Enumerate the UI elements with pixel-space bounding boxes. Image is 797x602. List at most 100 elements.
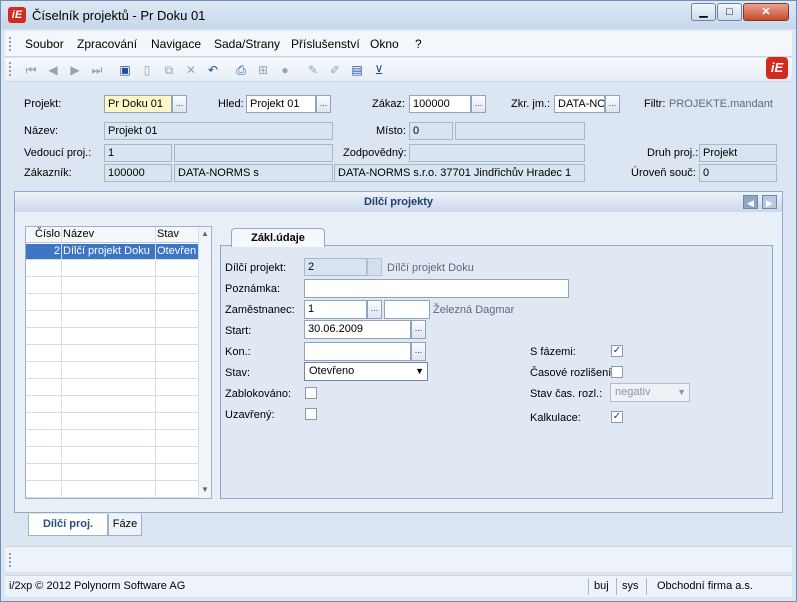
casove-rozliseni-checkbox[interactable]	[611, 366, 623, 378]
first-record-icon[interactable]: ⏮	[23, 62, 39, 78]
sfazemi-checkbox[interactable]: ✓	[611, 345, 623, 357]
zkr-input[interactable]: DATA-NO	[554, 95, 605, 113]
misto-field[interactable]: 0	[409, 122, 453, 140]
table-row[interactable]: 2 Dílčí projekt Doku Otevřen	[26, 244, 198, 260]
column-header-nazev[interactable]: Název	[63, 228, 94, 240]
toolbar-grip	[9, 62, 12, 76]
stav-cas-rozl-select[interactable]: negativ ▼	[610, 383, 690, 402]
vedouci-field[interactable]: 1	[104, 144, 172, 162]
section-next-button[interactable]: ▶	[762, 195, 777, 209]
table-row-empty	[26, 363, 198, 379]
zamestnanec-extra-input[interactable]	[384, 300, 430, 319]
start-date-input[interactable]: 30.06.2009	[304, 320, 411, 339]
stav-select-value: Otevřeno	[309, 365, 355, 377]
status-divider	[646, 578, 647, 595]
menu-prislusenstvi[interactable]: Příslušenství	[291, 37, 360, 51]
zakaz-lookup-button[interactable]: ...	[471, 95, 486, 113]
poznamka-input[interactable]	[304, 279, 569, 298]
save-icon[interactable]: ▣	[117, 62, 133, 78]
zablokovano-checkbox[interactable]	[305, 387, 317, 399]
hled-input[interactable]: Projekt 01	[246, 95, 316, 113]
zakaznik-number-field[interactable]: 100000	[104, 164, 172, 182]
last-record-icon[interactable]: ⏭	[89, 62, 105, 78]
next-record-icon[interactable]: ▶	[67, 62, 83, 78]
kon-date-picker-button[interactable]: ...	[411, 342, 426, 361]
chevron-down-icon: ▼	[415, 366, 424, 376]
maximize-button[interactable]: □	[717, 3, 742, 21]
grid-scrollbar[interactable]: ▲ ▼	[198, 227, 211, 498]
projekt-label: Projekt:	[24, 98, 62, 110]
table-edit-icon[interactable]: ▤	[349, 62, 365, 78]
table-row-empty	[26, 380, 198, 396]
zkr-label: Zkr. jm.:	[511, 98, 551, 110]
scroll-down-icon[interactable]: ▼	[201, 485, 209, 494]
minimize-button[interactable]: ▁	[691, 3, 716, 21]
table-row-empty	[26, 465, 198, 481]
edit-icon[interactable]: ✎	[305, 62, 321, 78]
tab-dilci-proj[interactable]: Dílčí proj.	[28, 514, 108, 536]
dilci-projekt-label: Dílčí projekt:	[225, 262, 287, 274]
tree-icon[interactable]: ⊞	[255, 62, 271, 78]
uzavreny-checkbox[interactable]	[305, 408, 317, 420]
uzavreny-label: Uzavřený:	[225, 409, 275, 421]
prev-record-icon[interactable]: ◀	[45, 62, 61, 78]
column-header-cislo[interactable]: Číslo	[35, 228, 60, 240]
start-date-picker-button[interactable]: ...	[411, 320, 426, 339]
statusbar-grip	[9, 553, 12, 567]
column-header-stav[interactable]: Stav	[157, 228, 179, 240]
scroll-up-icon[interactable]: ▲	[201, 229, 209, 238]
pencil-icon[interactable]: ✐	[327, 62, 343, 78]
copy-icon[interactable]: ⧉	[161, 62, 177, 78]
undo-icon[interactable]: ↶	[205, 62, 221, 78]
sfazemi-label: S fázemi:	[530, 346, 576, 358]
nazev-label: Název:	[24, 125, 59, 137]
zodp-field[interactable]	[409, 144, 585, 162]
menu-sada-strany[interactable]: Sada/Strany	[214, 37, 280, 51]
menu-zpracovani[interactable]: Zpracování	[77, 37, 137, 51]
dilci-projekt-field[interactable]: 2	[304, 258, 367, 276]
application-window: iE Číselník projektů - Pr Doku 01 ▁ □ ✕ …	[0, 0, 797, 602]
print-icon[interactable]: ⎙	[233, 62, 249, 78]
menu-okno[interactable]: Okno	[370, 37, 399, 51]
zakaznik-name-field: DATA-NORMS s	[174, 164, 333, 182]
menu-soubor[interactable]: Soubor	[25, 37, 64, 51]
menu-help[interactable]: ?	[415, 37, 422, 51]
tab-zakl-udaje[interactable]: Zákl.údaje	[231, 228, 325, 247]
disabled-icon[interactable]: ●	[277, 62, 293, 78]
delete-icon[interactable]: ✕	[183, 62, 199, 78]
stav-cas-rozl-value: negativ	[615, 386, 651, 398]
stav-select[interactable]: Otevřeno ▼	[304, 362, 428, 381]
zodp-label: Zodpovědný:	[343, 147, 407, 159]
vedouci-name-field	[174, 144, 333, 162]
zablokovano-label: Zablokováno:	[225, 388, 292, 400]
filter-icon[interactable]: ⊻	[371, 62, 387, 78]
zamestnanec-input[interactable]: 1	[304, 300, 367, 319]
tab-faze[interactable]: Fáze	[108, 514, 142, 536]
zamestnanec-lookup-button[interactable]: ...	[367, 300, 382, 319]
section-prev-button[interactable]: ◀	[743, 195, 758, 209]
zakaz-input[interactable]: 100000	[409, 95, 471, 113]
kalkulace-label: Kalkulace:	[530, 412, 581, 424]
uroven-field[interactable]: 0	[699, 164, 777, 182]
dilci-projekt-lookup-button[interactable]	[367, 258, 382, 276]
column-divider	[61, 227, 62, 498]
stav-cas-rozl-label: Stav čas. rozl.:	[530, 388, 603, 400]
status-sys: sys	[622, 580, 639, 592]
druh-field[interactable]: Projekt	[699, 144, 777, 162]
projekt-input[interactable]: Pr Doku 01	[104, 95, 172, 113]
table-row-empty	[26, 431, 198, 447]
hled-lookup-button[interactable]: ...	[316, 95, 331, 113]
table-row-empty	[26, 482, 198, 498]
kon-date-input[interactable]	[304, 342, 411, 361]
kalkulace-checkbox[interactable]: ✓	[611, 411, 623, 423]
projekt-lookup-button[interactable]: ...	[172, 95, 187, 113]
zkr-lookup-button[interactable]: ...	[605, 95, 620, 113]
menu-grip	[9, 37, 12, 51]
close-button[interactable]: ✕	[743, 3, 789, 21]
menu-navigace[interactable]: Navigace	[151, 37, 201, 51]
nazev-field[interactable]: Projekt 01	[104, 122, 333, 140]
new-icon[interactable]: ▯	[139, 62, 155, 78]
poznamka-label: Poznámka:	[225, 283, 281, 295]
zamestnanec-label: Zaměstnanec:	[225, 304, 295, 316]
table-row-empty	[26, 295, 198, 311]
